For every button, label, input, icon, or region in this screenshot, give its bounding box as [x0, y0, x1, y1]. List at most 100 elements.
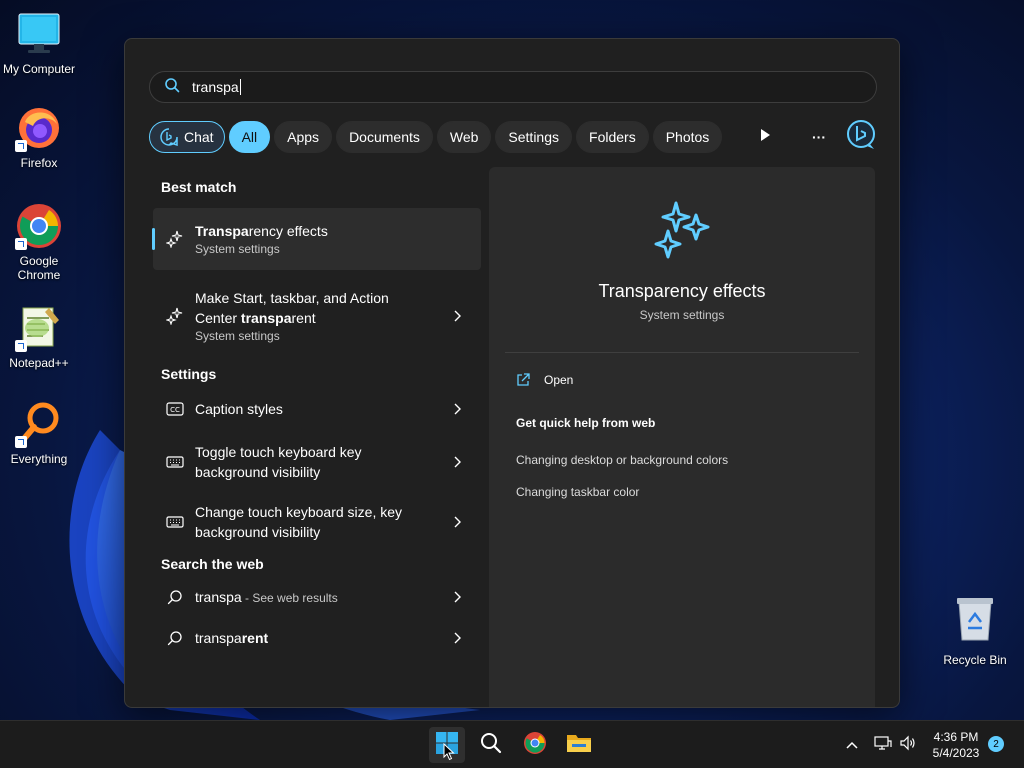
keyboard-icon: [165, 512, 185, 532]
filter-settings[interactable]: Settings: [495, 121, 573, 153]
result-caption-styles[interactable]: CC Caption styles: [153, 388, 481, 430]
filter-folders[interactable]: Folders: [576, 121, 649, 153]
everything-search-icon: [15, 400, 63, 448]
search-box[interactable]: transpa: [149, 71, 877, 103]
start-button[interactable]: [429, 727, 465, 763]
filter-label: Web: [449, 129, 479, 145]
result-touch-keyboard-size[interactable]: Change touch keyboard size, key backgrou…: [153, 492, 481, 552]
chevron-right-icon[interactable]: [445, 516, 469, 528]
more-options-button[interactable]: ···: [803, 121, 835, 153]
help-link-background-colors[interactable]: Changing desktop or background colors: [516, 453, 728, 467]
taskbar-search-button[interactable]: [473, 727, 509, 763]
shortcut-arrow-icon: [15, 436, 27, 448]
help-link-taskbar-color[interactable]: Changing taskbar color: [516, 485, 639, 499]
filter-chat[interactable]: Chat: [149, 121, 225, 153]
search-icon: [164, 77, 180, 98]
open-external-icon: [516, 373, 530, 387]
sparkle-icon: [165, 306, 185, 326]
chevron-right-icon[interactable]: [445, 403, 469, 415]
clock-date: 5/4/2023: [932, 746, 980, 760]
web-query: transpa: [195, 589, 242, 605]
result-make-start-transparent[interactable]: Make Start, taskbar, and Action Center t…: [153, 270, 481, 362]
result-title-line1: Make Start, taskbar, and Action: [195, 290, 389, 306]
result-subtitle: System settings: [195, 329, 280, 343]
result-title-rest: rency effects: [248, 223, 328, 239]
chrome-icon: [523, 731, 547, 760]
desktop-icon-label: Recycle Bin: [943, 653, 1007, 667]
filter-label: Settings: [508, 129, 560, 145]
result-title-match: Transpa: [195, 223, 249, 239]
section-title-search-web: Search the web: [161, 556, 264, 572]
desktop-icon-label: My Computer: [2, 62, 76, 76]
search-icon: [165, 628, 185, 648]
taskbar: 4:36 PM 5/4/2023: [0, 720, 1024, 768]
clock[interactable]: 4:36 PM 5/4/2023: [924, 729, 988, 761]
filter-documents[interactable]: Documents: [336, 121, 433, 153]
web-result-transpa[interactable]: transpa - See web results: [153, 577, 481, 617]
chevron-right-icon[interactable]: [445, 456, 469, 468]
taskbar-chrome[interactable]: [517, 727, 553, 763]
result-touch-keyboard-visibility[interactable]: Toggle touch keyboard key background vis…: [153, 432, 481, 492]
filter-label: Chat: [184, 129, 214, 145]
result-title-line1: Change touch keyboard size, key: [195, 504, 403, 520]
desktop-icon-recycle-bin[interactable]: Recycle Bin: [940, 596, 1010, 667]
filter-photos[interactable]: Photos: [652, 121, 723, 153]
section-title-settings: Settings: [161, 366, 217, 382]
chevron-right-icon[interactable]: [445, 310, 469, 322]
filter-apps[interactable]: Apps: [274, 121, 333, 153]
preview-pane: Transparency effects System settings Ope…: [489, 167, 875, 707]
desktop-icon-everything[interactable]: Everything: [0, 400, 78, 466]
desktop-icon-chrome[interactable]: Google Chrome: [0, 202, 78, 282]
closed-caption-icon: CC: [165, 399, 185, 419]
notification-badge[interactable]: 2: [988, 736, 1004, 752]
results-list: Best match Transparency effects System s…: [152, 167, 481, 659]
desktop-icon-firefox[interactable]: Firefox: [0, 104, 78, 170]
search-input[interactable]: transpa: [192, 79, 239, 95]
clock-time: 4:36 PM: [933, 730, 979, 744]
notepad-plus-plus-icon: [15, 304, 63, 352]
web-query-prefix: transpa: [195, 630, 242, 646]
result-title-line1: Toggle touch keyboard key: [195, 444, 362, 460]
search-icon: [480, 732, 502, 759]
chrome-icon: [15, 202, 63, 250]
search-filter-bar: Chat All Apps Documents Web Settings Fol…: [149, 119, 877, 153]
taskbar-file-explorer[interactable]: [561, 727, 597, 763]
chevron-up-icon: [846, 736, 858, 754]
network-icon: [874, 735, 892, 756]
result-title-line2: background visibility: [195, 464, 321, 480]
sparkle-icon: [165, 229, 185, 249]
mouse-cursor-icon: [443, 742, 455, 766]
folder-icon: [566, 732, 592, 759]
desktop-icon-label: Firefox: [20, 156, 58, 170]
section-title-best-match: Best match: [161, 179, 237, 195]
divider: [505, 352, 859, 353]
desktop-icon-notepad-plus-plus[interactable]: Notepad++: [0, 304, 78, 370]
open-label: Open: [544, 373, 574, 387]
play-arrow-icon: [759, 128, 771, 147]
quick-settings-button[interactable]: [870, 727, 920, 763]
search-flyout: transpa Chat All Apps Documents Web Sett…: [124, 38, 900, 708]
filter-scroll-right-button[interactable]: [749, 121, 781, 153]
best-match-result[interactable]: Transparency effects System settings: [152, 208, 481, 270]
result-title-line2: background visibility: [195, 524, 321, 540]
open-action[interactable]: Open: [516, 373, 573, 387]
chevron-right-icon[interactable]: [445, 632, 469, 644]
preview-title: Transparency effects: [598, 281, 766, 301]
show-hidden-icons-button[interactable]: [834, 727, 870, 763]
firefox-icon: [15, 104, 63, 152]
sparkle-large-icon: [652, 201, 712, 268]
result-title-prefix: Center: [195, 310, 241, 326]
more-label: ···: [812, 129, 826, 145]
filter-web[interactable]: Web: [436, 121, 492, 153]
desktop-icon-label: Google Chrome: [17, 254, 61, 282]
filter-all[interactable]: All: [228, 121, 271, 153]
web-result-transparent[interactable]: transparent: [153, 617, 481, 659]
chevron-right-icon[interactable]: [445, 591, 469, 603]
filter-label: Photos: [665, 129, 710, 145]
desktop-icon-my-computer[interactable]: My Computer: [0, 10, 78, 76]
bing-button[interactable]: [845, 119, 877, 153]
result-subtitle: System settings: [195, 242, 280, 256]
svg-text:CC: CC: [170, 406, 180, 414]
shortcut-arrow-icon: [15, 140, 27, 152]
volume-icon: [900, 735, 916, 756]
